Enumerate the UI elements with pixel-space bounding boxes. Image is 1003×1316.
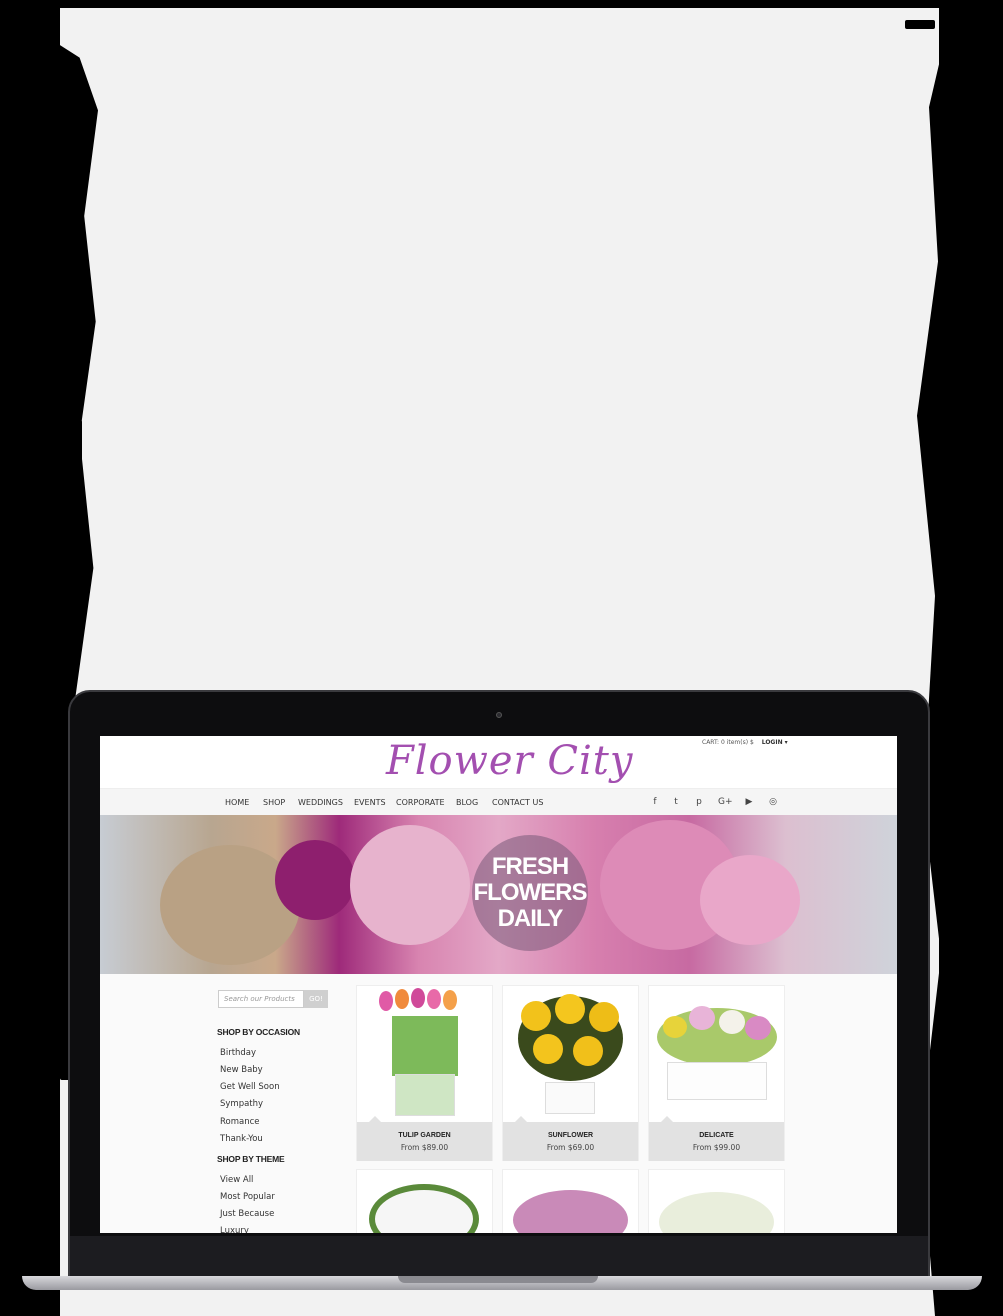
grunge-border-left <box>0 0 60 1316</box>
sidebar-item-most-popular[interactable]: Most Popular <box>220 1192 275 1202</box>
flower-image <box>659 1192 774 1233</box>
pinterest-icon[interactable]: p <box>693 797 705 807</box>
camera-icon <box>496 712 502 718</box>
sidebar-item-luxury[interactable]: Luxury <box>220 1226 249 1233</box>
nav-home[interactable]: HOME <box>225 798 249 807</box>
nav-contact-us[interactable]: CONTACT US <box>492 798 543 807</box>
orchid-bloom <box>689 1006 715 1030</box>
website-screen: Flower City CART: 0 item(s) $ LOGIN ▾ HO… <box>100 736 897 1233</box>
sidebar-item-view-all[interactable]: View All <box>220 1175 253 1185</box>
orchid-bloom <box>663 1016 687 1038</box>
tulip-bloom <box>427 989 441 1009</box>
page: Flower City CART: 0 item(s) $ LOGIN ▾ HO… <box>0 0 1003 1316</box>
twitter-icon[interactable]: t <box>670 797 682 807</box>
nav-shop[interactable]: SHOP <box>263 798 285 807</box>
grunge-speck <box>64 420 82 480</box>
product-image[interactable] <box>649 1170 784 1233</box>
sunflower-bloom <box>555 994 585 1024</box>
caret-icon <box>369 1116 381 1122</box>
sidebar-item-just-because[interactable]: Just Because <box>220 1209 274 1219</box>
hero-flower-image <box>275 840 355 920</box>
product-image[interactable] <box>649 986 784 1122</box>
caret-icon <box>661 1116 673 1122</box>
grunge-border-top <box>0 0 1003 8</box>
caret-icon <box>515 1116 527 1122</box>
product-image[interactable] <box>503 986 638 1122</box>
product-info: TULIP GARDEN From $89.00 <box>357 1116 492 1161</box>
sidebar-item-birthday[interactable]: Birthday <box>220 1048 256 1058</box>
hero-line-1: FRESH <box>491 853 569 880</box>
product-image[interactable] <box>357 1170 492 1233</box>
tulip-bloom <box>411 988 425 1008</box>
main-nav: HOME SHOP WEDDINGS EVENTS CORPORATE BLOG… <box>100 788 897 815</box>
product-card-sunflower[interactable]: SUNFLOWER From $69.00 <box>502 985 639 1161</box>
hero-badge: FRESH FLOWERS DAILY <box>472 835 588 951</box>
grunge-border-right <box>939 0 1003 1316</box>
sidebar-item-get-well-soon[interactable]: Get Well Soon <box>220 1082 280 1092</box>
site-logo[interactable]: Flower City <box>386 738 633 784</box>
search-button[interactable]: GO! <box>304 990 328 1008</box>
nav-blog[interactable]: BLOG <box>456 798 478 807</box>
login-link[interactable]: LOGIN ▾ <box>762 739 788 746</box>
product-price: From $69.00 <box>546 1143 595 1152</box>
facebook-icon[interactable]: f <box>649 797 661 807</box>
sunflower-bloom <box>533 1034 563 1064</box>
flower-image <box>513 1190 628 1233</box>
hero-line-2: FLOWERS <box>473 879 588 906</box>
product-card[interactable] <box>648 1169 785 1233</box>
hero-flower-image <box>700 855 800 945</box>
hero-flower-image <box>350 825 470 945</box>
vase-image <box>545 1082 595 1114</box>
google-plus-icon[interactable]: G+ <box>718 797 733 807</box>
bowl-image <box>369 1184 479 1233</box>
search-input[interactable]: Search our Products <box>218 990 304 1008</box>
tulip-bloom <box>395 989 409 1009</box>
sunflower-bloom <box>521 1001 551 1031</box>
orchid-bloom <box>745 1016 771 1040</box>
hero-banner: FRESH FLOWERS DAILY <box>100 815 897 974</box>
site-header: Flower City CART: 0 item(s) $ LOGIN ▾ <box>100 736 897 788</box>
vase-image <box>395 1074 455 1116</box>
product-name[interactable]: TULIP GARDEN <box>357 1132 492 1139</box>
theme-heading: SHOP BY THEME <box>217 1154 285 1164</box>
product-card[interactable] <box>502 1169 639 1233</box>
sidebar-item-thank-you[interactable]: Thank-You <box>220 1134 263 1144</box>
product-price: From $89.00 <box>400 1143 449 1152</box>
product-name[interactable]: DELICATE <box>649 1132 784 1139</box>
youtube-icon[interactable]: ▶ <box>743 797 755 807</box>
grunge-speck <box>905 20 935 29</box>
product-name[interactable]: SUNFLOWER <box>503 1132 638 1139</box>
stems-image <box>392 1016 458 1076</box>
tulip-bloom <box>379 991 393 1011</box>
nav-weddings[interactable]: WEDDINGS <box>298 798 343 807</box>
product-card[interactable] <box>356 1169 493 1233</box>
nav-events[interactable]: EVENTS <box>354 798 386 807</box>
product-card-tulip-garden[interactable]: TULIP GARDEN From $89.00 <box>356 985 493 1161</box>
product-price: From $99.00 <box>692 1143 741 1152</box>
instagram-icon[interactable]: ◎ <box>767 797 779 807</box>
vase-image <box>667 1062 767 1100</box>
orchid-bloom <box>719 1010 745 1034</box>
sidebar-item-romance[interactable]: Romance <box>220 1117 260 1127</box>
sunflower-bloom <box>589 1002 619 1032</box>
laptop-notch <box>398 1276 598 1283</box>
hero-line-3: DAILY <box>497 905 564 932</box>
sidebar-item-sympathy[interactable]: Sympathy <box>220 1099 263 1109</box>
product-image[interactable] <box>357 986 492 1122</box>
product-info: DELICATE From $99.00 <box>649 1116 784 1161</box>
laptop-bezel <box>70 1236 928 1276</box>
nav-corporate[interactable]: CORPORATE <box>396 798 445 807</box>
sunflower-bloom <box>573 1036 603 1066</box>
occasion-heading: SHOP BY OCCASION <box>217 1027 300 1037</box>
tulip-bloom <box>443 990 457 1010</box>
cart-link[interactable]: CART: 0 item(s) $ <box>702 739 754 746</box>
product-info: SUNFLOWER From $69.00 <box>503 1116 638 1161</box>
product-image[interactable] <box>503 1170 638 1233</box>
sidebar-item-new-baby[interactable]: New Baby <box>220 1065 263 1075</box>
product-card-delicate[interactable]: DELICATE From $99.00 <box>648 985 785 1161</box>
header-utility: CART: 0 item(s) $ LOGIN ▾ <box>702 739 794 746</box>
